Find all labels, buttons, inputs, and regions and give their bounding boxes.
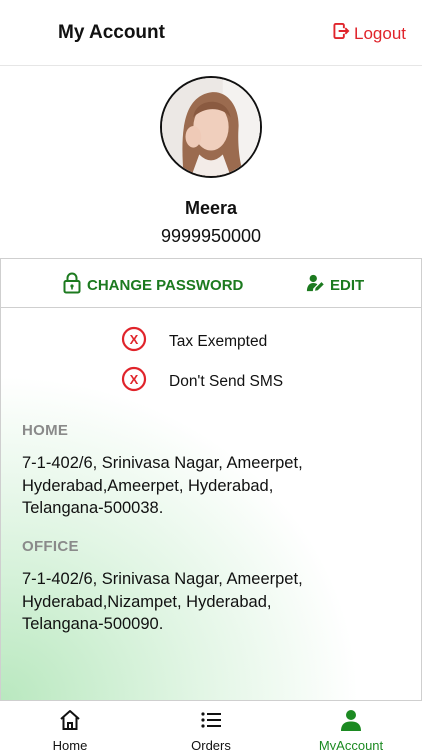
home-icon (58, 708, 82, 735)
avatar[interactable] (160, 76, 262, 178)
user-phone: 9999950000 (160, 226, 262, 246)
flag-item-dont-send-sms: X Don't Send SMS (121, 366, 283, 397)
person-icon (339, 708, 363, 735)
flag-label: Don't Send SMS (169, 372, 284, 390)
x-circle-icon: X (121, 326, 147, 357)
home-address-label: HOME (22, 422, 69, 439)
flag-label: Tax Exempted (169, 332, 268, 350)
address-line: 7-1-402/6, Srinivasa Nagar, Ameerpet, (22, 454, 303, 472)
home-address: 7-1-402/6, Srinivasa Nagar, Ameerpet, Hy… (22, 452, 412, 520)
app-header: My Account Logout (0, 0, 422, 66)
tab-home[interactable]: Home (20, 708, 120, 750)
account-actions: CHANGE PASSWORD EDIT (0, 258, 422, 308)
edit-label: EDIT (330, 276, 365, 294)
svg-text:X: X (130, 372, 139, 387)
tab-my-account[interactable]: MyAccount (301, 708, 401, 750)
change-password-button[interactable]: CHANGE PASSWORD (62, 272, 243, 298)
tab-label: MyAccount (318, 738, 384, 750)
edit-user-icon (306, 272, 326, 298)
user-name: Meera (184, 198, 238, 218)
address-line: 7-1-402/6, Srinivasa Nagar, Ameerpet, (22, 570, 303, 588)
profile-section: Meera 9999950000 (0, 66, 422, 258)
logout-label: Logout (354, 23, 406, 43)
tab-label: Orders (191, 738, 231, 750)
address-line: Hyderabad,Nizampet, Hyderabad, (22, 592, 272, 611)
x-circle-icon: X (121, 366, 147, 397)
address-line: Hyderabad,Ameerpet, Hyderabad, (22, 476, 274, 495)
list-icon (199, 708, 223, 735)
flag-item-tax-exempted: X Tax Exempted (121, 326, 267, 357)
address-line: Telangana-500090. (22, 615, 164, 633)
office-address: 7-1-402/6, Srinivasa Nagar, Ameerpet, Hy… (22, 568, 412, 636)
page-title: My Account (58, 22, 165, 43)
logout-button[interactable]: Logout (333, 22, 406, 45)
svg-text:X: X (130, 332, 139, 347)
tab-label: Home (52, 738, 88, 750)
change-password-label: CHANGE PASSWORD (87, 276, 244, 294)
bottom-tab-bar: Home Orders MyAccount (0, 700, 422, 750)
address-line: Telangana-500038. (22, 499, 164, 517)
edit-profile-button[interactable]: EDIT (306, 272, 364, 298)
tab-orders[interactable]: Orders (161, 708, 261, 750)
account-details: X Tax Exempted X Don't Send SMS HOME 7-1… (0, 308, 422, 700)
lock-icon (62, 272, 82, 298)
logout-icon (333, 22, 350, 45)
office-address-label: OFFICE (22, 538, 79, 555)
